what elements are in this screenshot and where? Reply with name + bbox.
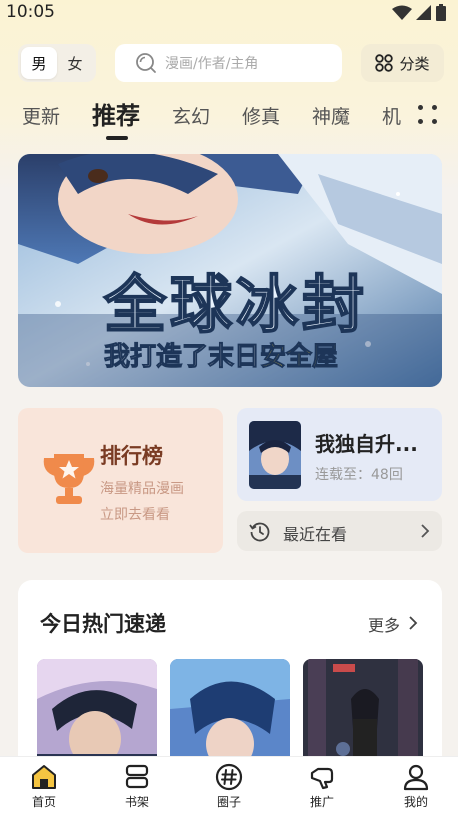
ranking-subtitle: 海量精品漫画 — [100, 481, 184, 497]
nav-profile-label: 我的 — [403, 795, 428, 809]
hot-section: 今日热门速递 更多 — [18, 580, 442, 770]
grid-icon — [375, 54, 394, 72]
gender-female-button[interactable]: 女 — [57, 47, 93, 79]
ranking-cta: 立即去看看 — [100, 507, 170, 523]
tab-xiuzhen[interactable]: 修真 — [242, 102, 280, 129]
nav-circle[interactable]: 圈子 — [199, 763, 259, 819]
tab-xuanhuan[interactable]: 玄幻 — [172, 102, 210, 129]
bookshelf-icon — [125, 764, 149, 789]
hot-comic-cover[interactable] — [170, 659, 290, 769]
banner-title: 全球冰封 — [103, 267, 369, 342]
profile-icon — [403, 764, 429, 791]
ranking-title: 排行榜 — [100, 444, 163, 468]
status-icons — [392, 4, 446, 21]
more-tabs-icon[interactable] — [416, 102, 440, 128]
status-time: 10:05 — [6, 2, 55, 22]
tab-recommend[interactable]: 推荐 — [92, 96, 140, 131]
tab-update[interactable]: 更新 — [22, 102, 60, 129]
continue-reading-card[interactable]: 我独自升... 连载至：48回 — [237, 408, 442, 501]
hot-comic-cover[interactable] — [303, 659, 423, 769]
featured-banner[interactable]: 全球冰封 我打造了末日安全屋 — [18, 154, 442, 387]
category-button[interactable]: 分类 — [361, 44, 444, 82]
hot-comic-cover[interactable] — [37, 659, 157, 769]
gender-toggle: 男 女 — [18, 44, 96, 82]
banner-subtitle-part1: 我打造了末日 — [103, 342, 261, 373]
category-label: 分类 — [399, 54, 430, 73]
continue-cover-image — [249, 421, 301, 489]
trophy-icon — [43, 454, 95, 504]
banner-subtitle: 我打造了末日安全屋 — [103, 336, 339, 373]
bottom-navigation: 首页 书架 圈子 推广 我的 — [0, 756, 458, 820]
nav-bookshelf[interactable]: 书架 — [107, 763, 167, 819]
nav-promote-label: 推广 — [309, 795, 334, 809]
nav-circle-label: 圈子 — [216, 795, 241, 809]
status-bar: 10:05 — [0, 0, 458, 26]
chevron-right-icon — [421, 524, 430, 538]
recently-viewed-button[interactable]: 最近在看 — [237, 511, 442, 551]
hot-more-link[interactable]: 更多 — [368, 612, 400, 636]
home-icon — [32, 765, 56, 789]
nav-promote[interactable]: 推广 — [292, 763, 352, 819]
nav-bookshelf-label: 书架 — [124, 795, 149, 809]
tab-shenmo[interactable]: 神魔 — [312, 102, 350, 129]
nav-home[interactable]: 首页 — [14, 763, 74, 819]
nav-profile[interactable]: 我的 — [386, 763, 446, 819]
chevron-right-icon[interactable] — [408, 615, 418, 631]
continue-title: 我独自升... — [315, 432, 418, 456]
category-tabs: 更新 推荐 玄幻 修真 神魔 机 — [22, 96, 402, 142]
search-icon — [136, 53, 156, 73]
signal-icon — [416, 4, 431, 20]
gender-male-button[interactable]: 男 — [21, 47, 57, 79]
promote-icon — [310, 767, 334, 790]
search-placeholder: 漫画/作者/主角 — [165, 56, 259, 72]
active-tab-indicator — [106, 136, 128, 140]
search-input[interactable]: 漫画/作者/主角 — [115, 44, 342, 82]
continue-progress: 连载至：48回 — [315, 467, 403, 483]
banner-subtitle-part2: 安全屋 — [260, 342, 339, 373]
tab-partial[interactable]: 机 — [382, 102, 401, 129]
recently-viewed-label: 最近在看 — [283, 525, 348, 544]
wifi-icon — [392, 5, 412, 20]
nav-home-label: 首页 — [31, 795, 56, 809]
battery-icon — [436, 4, 446, 21]
ranking-card[interactable]: 排行榜 海量精品漫画 立即去看看 — [18, 408, 223, 553]
history-icon — [249, 522, 270, 542]
hot-section-title: 今日热门速递 — [40, 612, 166, 636]
hashtag-icon — [215, 763, 243, 791]
